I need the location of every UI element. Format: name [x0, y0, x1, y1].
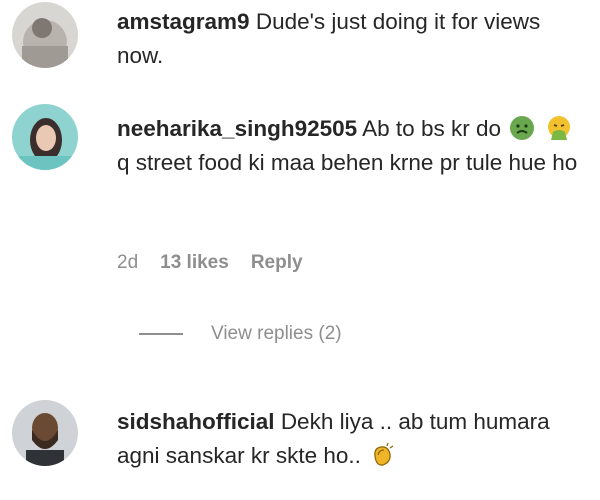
comment-text: amstagram9 Dude's just doing it for view…	[117, 5, 587, 73]
avatar[interactable]	[12, 104, 78, 170]
face-vomiting-icon	[546, 115, 572, 141]
comment-body-start: Ab to bs kr do	[362, 116, 501, 141]
comment-meta: 2d 13 likes Reply	[117, 252, 303, 274]
comment-username[interactable]: sidshahofficial	[117, 409, 275, 434]
comment-username[interactable]: neeharika_singh92505	[117, 116, 357, 141]
view-replies-label[interactable]: View replies (2)	[211, 323, 342, 345]
comment-likes[interactable]: 13 likes	[160, 252, 229, 274]
clapping-hands-icon	[369, 442, 395, 468]
comment-text: sidshahofficial Dekh liya .. ab tum huma…	[117, 405, 587, 473]
reply-button[interactable]: Reply	[251, 252, 303, 274]
comment-body-end: q street food ki maa behen krne pr tule …	[117, 150, 578, 175]
comment-text: neeharika_singh92505 Ab to bs kr do q st…	[117, 112, 587, 180]
view-replies-button[interactable]: View replies (2)	[139, 323, 342, 345]
avatar[interactable]	[12, 2, 78, 68]
comment-time: 2d	[117, 252, 139, 273]
avatar[interactable]	[12, 400, 78, 466]
comment-username[interactable]: amstagram9	[117, 9, 250, 34]
view-replies-divider	[139, 333, 183, 335]
nauseated-face-icon	[509, 115, 535, 141]
